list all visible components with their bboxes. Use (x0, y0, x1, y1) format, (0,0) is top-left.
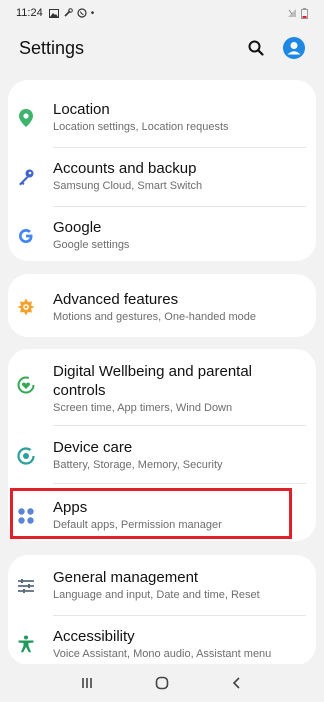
header-actions (245, 37, 305, 59)
battery-icon (301, 7, 308, 19)
accessibility-title: Accessibility (53, 628, 135, 645)
settings-group-3: Digital Wellbeing and parental controls … (8, 349, 316, 541)
profile-icon (283, 37, 305, 59)
search-icon (248, 40, 264, 56)
settings-item-accessibility[interactable]: Accessibility Voice Assistant, Mono audi… (8, 627, 316, 665)
divider (53, 425, 306, 426)
settings-item-general-management[interactable]: General management Language and input, D… (8, 568, 316, 606)
profile-button[interactable] (283, 37, 305, 59)
notification-icons: • (48, 7, 95, 19)
device-care-icon (16, 446, 36, 466)
accounts-subtitle: Samsung Cloud, Smart Switch (53, 180, 203, 192)
key-icon (16, 167, 36, 187)
more-notifications-dot: • (90, 7, 95, 19)
settings-item-digital-wellbeing[interactable]: Digital Wellbeing and parental controls … (8, 362, 316, 416)
advanced-features-icon (16, 297, 36, 317)
advanced-title: Advanced features (53, 291, 179, 308)
navigation-bar (0, 664, 324, 702)
accessibility-icon (16, 634, 36, 654)
settings-item-google[interactable]: Google Google settings (8, 218, 316, 256)
status-left: 11:24 • (16, 7, 94, 19)
settings-item-advanced-features[interactable]: Advanced features Motions and gestures, … (8, 290, 316, 328)
wellbeing-text: Digital Wellbeing and parental controls … (53, 362, 306, 416)
general-title: General management (53, 569, 199, 586)
search-button[interactable] (245, 37, 267, 59)
device-care-title: Device care (53, 439, 133, 456)
wellbeing-icon (16, 375, 36, 395)
location-text: Location Location settings, Location req… (53, 100, 306, 135)
wellbeing-subtitle: Screen time, App timers, Wind Down (53, 402, 233, 414)
status-bar: 11:24 • (0, 0, 324, 26)
advanced-text: Advanced features Motions and gestures, … (53, 290, 306, 325)
settings-item-accounts-backup[interactable]: Accounts and backup Samsung Cloud, Smart… (8, 159, 316, 197)
divider (53, 483, 306, 484)
device-care-subtitle: Battery, Storage, Memory, Security (53, 459, 223, 471)
apps-subtitle: Default apps, Permission manager (53, 519, 222, 531)
settings-group-4: General management Language and input, D… (8, 555, 316, 665)
home-icon (155, 676, 169, 690)
settings-group-1: Location Location settings, Location req… (8, 80, 316, 261)
apps-title: Apps (53, 499, 88, 516)
settings-group-2: Advanced features Motions and gestures, … (8, 274, 316, 337)
signal-icon (288, 9, 296, 17)
general-subtitle: Language and input, Date and time, Reset (53, 589, 260, 601)
tools-notification-icon (64, 8, 73, 17)
app-header: Settings (0, 30, 324, 66)
back-icon (232, 677, 240, 689)
google-icon (16, 226, 36, 246)
apps-icon (16, 506, 36, 526)
recent-apps-icon (82, 678, 93, 688)
wellbeing-title: Digital Wellbeing and parental controls (53, 363, 253, 399)
accounts-title: Accounts and backup (53, 160, 197, 177)
device-care-text: Device care Battery, Storage, Memory, Se… (53, 438, 306, 473)
home-button[interactable] (148, 669, 176, 697)
whatsapp-notification-icon (77, 8, 87, 18)
sliders-icon (16, 576, 36, 596)
accessibility-text: Accessibility Voice Assistant, Mono audi… (53, 627, 306, 662)
general-text: General management Language and input, D… (53, 568, 306, 603)
accounts-text: Accounts and backup Samsung Cloud, Smart… (53, 159, 306, 194)
apps-text: Apps Default apps, Permission manager (53, 498, 306, 533)
status-right (287, 7, 308, 19)
gallery-notification-icon (48, 8, 59, 18)
settings-item-device-care[interactable]: Device care Battery, Storage, Memory, Se… (8, 438, 316, 476)
page-title: Settings (19, 37, 85, 58)
settings-item-apps[interactable]: Apps Default apps, Permission manager (8, 498, 316, 536)
google-subtitle: Google settings (53, 239, 130, 251)
status-time: 11:24 (16, 7, 43, 19)
back-button[interactable] (223, 669, 251, 697)
google-title: Google (53, 219, 102, 236)
location-subtitle: Location settings, Location requests (53, 121, 229, 133)
divider (53, 206, 306, 207)
settings-screen: 11:24 • Settings Location Location setti… (0, 0, 324, 702)
settings-item-location[interactable]: Location Location settings, Location req… (8, 100, 316, 138)
location-title: Location (53, 101, 110, 118)
google-text: Google Google settings (53, 218, 306, 253)
divider (53, 147, 306, 148)
advanced-subtitle: Motions and gestures, One-handed mode (53, 311, 257, 323)
recent-apps-button[interactable] (73, 669, 101, 697)
location-icon (16, 108, 36, 128)
divider (53, 615, 306, 616)
accessibility-subtitle: Voice Assistant, Mono audio, Assistant m… (53, 648, 272, 660)
